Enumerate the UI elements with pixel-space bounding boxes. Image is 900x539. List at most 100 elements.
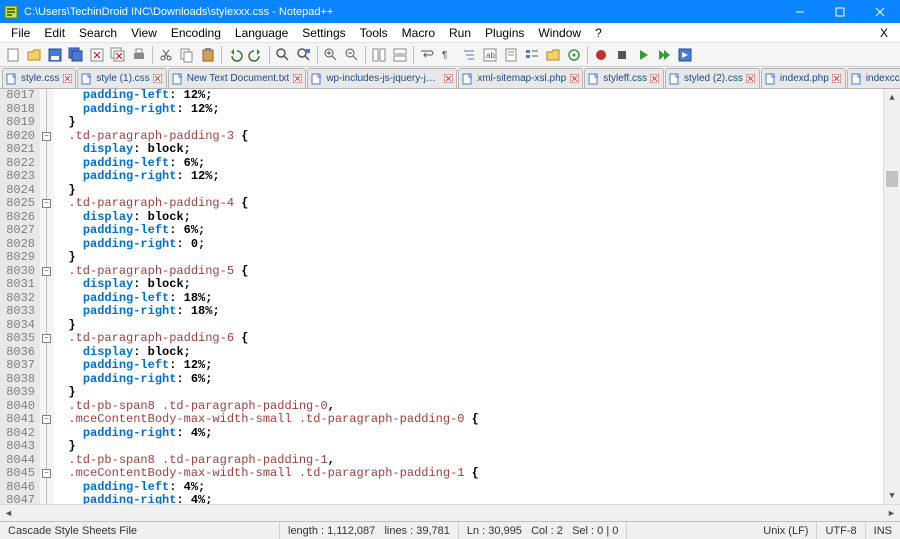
- tab-2[interactable]: New Text Document.txt: [168, 68, 307, 88]
- menu-file[interactable]: File: [4, 24, 37, 42]
- menu-plugins[interactable]: Plugins: [478, 24, 531, 42]
- fold-toggle[interactable]: −: [42, 415, 51, 424]
- menu-macro[interactable]: Macro: [395, 24, 442, 42]
- fold-toggle[interactable]: −: [42, 267, 51, 276]
- menu-[interactable]: ?: [588, 24, 609, 42]
- code-line[interactable]: padding-right: 12%;: [54, 103, 883, 117]
- code-line[interactable]: display: block;: [54, 346, 883, 360]
- code-line[interactable]: padding-right: 12%;: [54, 170, 883, 184]
- code-line[interactable]: }: [54, 116, 883, 130]
- scroll-right-arrow[interactable]: ►: [883, 505, 900, 521]
- udl-icon[interactable]: ab: [480, 45, 500, 65]
- code-line[interactable]: }: [54, 251, 883, 265]
- zoom-in-icon[interactable]: [321, 45, 341, 65]
- code-line[interactable]: }: [54, 319, 883, 333]
- code-line[interactable]: padding-right: 0;: [54, 238, 883, 252]
- code-line[interactable]: padding-left: 4%;: [54, 481, 883, 495]
- func-list-icon[interactable]: [522, 45, 542, 65]
- save-icon[interactable]: [45, 45, 65, 65]
- code-line[interactable]: display: block;: [54, 143, 883, 157]
- tab-close-icon[interactable]: [832, 74, 842, 84]
- code-line[interactable]: padding-right: 18%;: [54, 305, 883, 319]
- code-line[interactable]: display: block;: [54, 278, 883, 292]
- monitor-icon[interactable]: [564, 45, 584, 65]
- code-line[interactable]: padding-left: 12%;: [54, 359, 883, 373]
- code-line[interactable]: .td-paragraph-padding-5 {: [54, 265, 883, 279]
- tab-close-icon[interactable]: [443, 74, 453, 84]
- sync-h-icon[interactable]: [390, 45, 410, 65]
- menu-edit[interactable]: Edit: [37, 24, 72, 42]
- cut-icon[interactable]: [156, 45, 176, 65]
- code-line[interactable]: .mceContentBody-max-width-small .td-para…: [54, 467, 883, 481]
- undo-icon[interactable]: [225, 45, 245, 65]
- code-line[interactable]: padding-left: 6%;: [54, 157, 883, 171]
- save-macro-icon[interactable]: [675, 45, 695, 65]
- maximize-button[interactable]: [820, 0, 860, 23]
- show-all-icon[interactable]: ¶: [438, 45, 458, 65]
- tab-3[interactable]: wp-includes-js-jquery-jquery-1.12.4.js: [307, 68, 457, 88]
- tab-7[interactable]: indexd.php: [761, 68, 846, 88]
- menu-encoding[interactable]: Encoding: [164, 24, 228, 42]
- play-icon[interactable]: [633, 45, 653, 65]
- zoom-out-icon[interactable]: [342, 45, 362, 65]
- code-line[interactable]: .td-pb-span8 .td-paragraph-padding-0,: [54, 400, 883, 414]
- code-area[interactable]: padding-left: 12%; padding-right: 12%; }…: [54, 89, 883, 504]
- tab-1[interactable]: style (1).css: [77, 68, 166, 88]
- wordwrap-icon[interactable]: [417, 45, 437, 65]
- fold-toggle[interactable]: −: [42, 132, 51, 141]
- scroll-left-arrow[interactable]: ◄: [0, 505, 17, 521]
- vertical-scrollbar[interactable]: ▲ ▼: [883, 89, 900, 504]
- replace-icon[interactable]: [294, 45, 314, 65]
- fold-toggle[interactable]: −: [42, 334, 51, 343]
- close-icon[interactable]: [87, 45, 107, 65]
- copy-icon[interactable]: [177, 45, 197, 65]
- folder-workspace-icon[interactable]: [543, 45, 563, 65]
- scroll-up-arrow[interactable]: ▲: [884, 89, 900, 106]
- code-line[interactable]: padding-right: 6%;: [54, 373, 883, 387]
- menu-search[interactable]: Search: [72, 24, 124, 42]
- code-line[interactable]: .td-pb-span8 .td-paragraph-padding-1,: [54, 454, 883, 468]
- fold-column[interactable]: − − − − − −: [40, 89, 54, 504]
- scroll-thumb[interactable]: [886, 171, 898, 187]
- code-line[interactable]: display: block;: [54, 211, 883, 225]
- code-line[interactable]: padding-left: 6%;: [54, 224, 883, 238]
- tab-8[interactable]: indexcc.php: [847, 68, 900, 88]
- menu-tools[interactable]: Tools: [353, 24, 395, 42]
- menu-close-button[interactable]: X: [872, 24, 896, 42]
- fold-toggle[interactable]: −: [42, 199, 51, 208]
- tab-5[interactable]: styleff.css: [584, 68, 664, 88]
- save-all-icon[interactable]: [66, 45, 86, 65]
- tab-close-icon[interactable]: [292, 74, 302, 84]
- record-icon[interactable]: [591, 45, 611, 65]
- tab-0[interactable]: style.css: [2, 68, 76, 88]
- paste-icon[interactable]: [198, 45, 218, 65]
- code-line[interactable]: }: [54, 440, 883, 454]
- menu-settings[interactable]: Settings: [295, 24, 352, 42]
- indent-guide-icon[interactable]: [459, 45, 479, 65]
- fold-toggle[interactable]: −: [42, 469, 51, 478]
- code-line[interactable]: padding-left: 12%;: [54, 89, 883, 103]
- code-line[interactable]: }: [54, 184, 883, 198]
- minimize-button[interactable]: [780, 0, 820, 23]
- tab-close-icon[interactable]: [153, 74, 163, 84]
- play-multi-icon[interactable]: [654, 45, 674, 65]
- menu-language[interactable]: Language: [228, 24, 295, 42]
- code-line[interactable]: .td-paragraph-padding-6 {: [54, 332, 883, 346]
- find-icon[interactable]: [273, 45, 293, 65]
- open-file-icon[interactable]: [24, 45, 44, 65]
- doc-map-icon[interactable]: [501, 45, 521, 65]
- code-line[interactable]: padding-left: 18%;: [54, 292, 883, 306]
- print-icon[interactable]: [129, 45, 149, 65]
- scroll-down-arrow[interactable]: ▼: [884, 487, 900, 504]
- tab-close-icon[interactable]: [569, 74, 579, 84]
- sync-v-icon[interactable]: [369, 45, 389, 65]
- code-line[interactable]: .td-paragraph-padding-4 {: [54, 197, 883, 211]
- code-line[interactable]: padding-right: 4%;: [54, 494, 883, 504]
- horizontal-scrollbar[interactable]: ◄ ►: [0, 504, 900, 521]
- tab-close-icon[interactable]: [62, 74, 72, 84]
- tab-close-icon[interactable]: [650, 74, 660, 84]
- code-line[interactable]: }: [54, 386, 883, 400]
- menu-view[interactable]: View: [124, 24, 164, 42]
- code-line[interactable]: .td-paragraph-padding-3 {: [54, 130, 883, 144]
- editor[interactable]: 8017801880198020802180228023802480258026…: [0, 89, 900, 504]
